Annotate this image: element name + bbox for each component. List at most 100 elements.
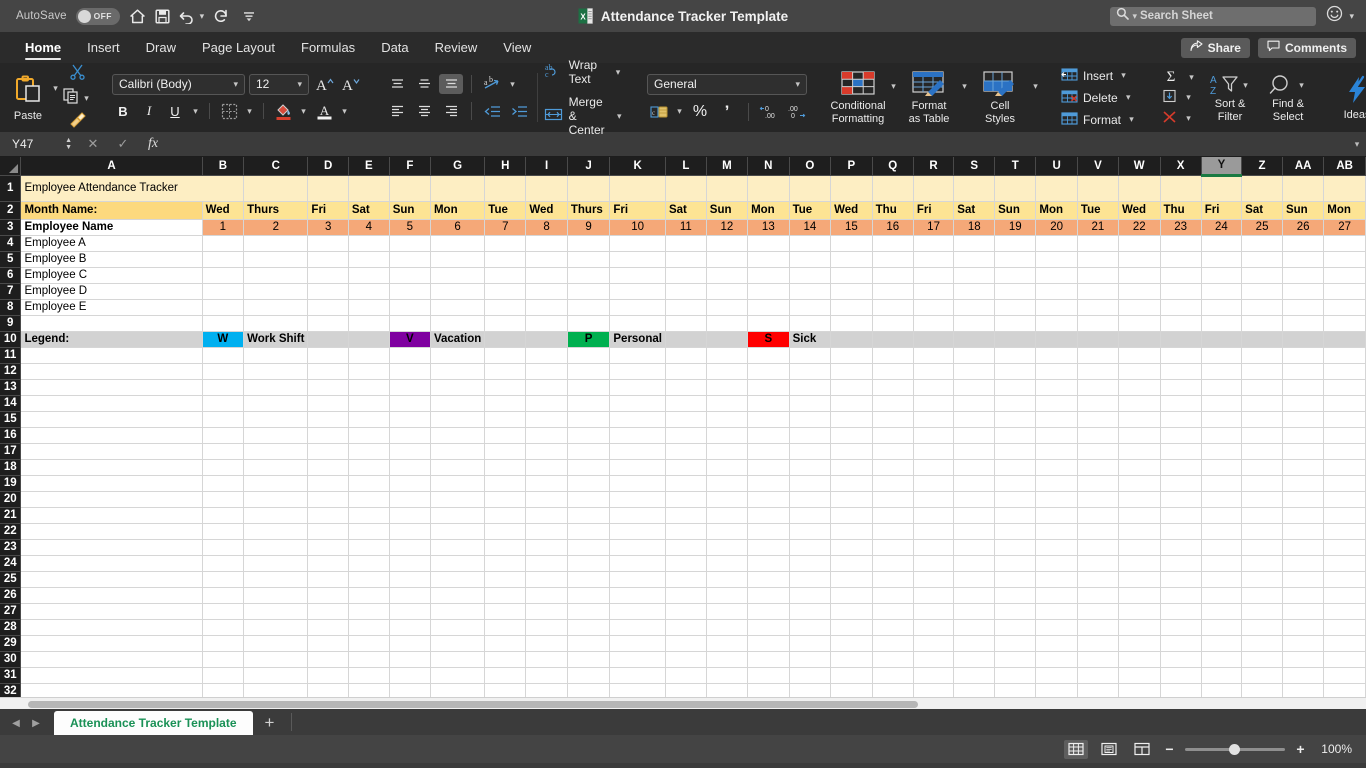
empty-cell[interactable]: [1242, 651, 1283, 667]
empty-cell[interactable]: [1036, 587, 1078, 603]
empty-cell[interactable]: [567, 571, 610, 587]
empty-cell[interactable]: [954, 619, 995, 635]
empty-cell[interactable]: [1160, 587, 1201, 603]
tab-page-layout[interactable]: Page Layout: [189, 32, 288, 63]
row-header-22[interactable]: 22: [0, 523, 21, 539]
empty-cell[interactable]: [21, 619, 202, 635]
title-banner-cell[interactable]: [485, 175, 526, 201]
empty-cell[interactable]: [789, 587, 831, 603]
empty-cell[interactable]: [21, 491, 202, 507]
attendance-cell-r1c14[interactable]: [789, 235, 831, 251]
attendance-cell-r1c22[interactable]: [1118, 235, 1160, 251]
empty-cell[interactable]: [706, 427, 747, 443]
empty-cell[interactable]: [913, 395, 953, 411]
empty-cell[interactable]: [789, 683, 831, 697]
row-header-9[interactable]: 9: [0, 315, 21, 331]
empty-cell[interactable]: [706, 411, 747, 427]
attendance-cell-r4c7[interactable]: [485, 283, 526, 299]
empty-cell[interactable]: [430, 315, 484, 331]
empty-cell[interactable]: [665, 507, 706, 523]
empty-cell[interactable]: [1282, 491, 1323, 507]
title-banner-cell[interactable]: [872, 175, 913, 201]
tab-formulas[interactable]: Formulas: [288, 32, 368, 63]
legend-filler-cell[interactable]: [913, 331, 953, 347]
empty-cell[interactable]: [1282, 395, 1323, 411]
empty-cell[interactable]: [1282, 651, 1323, 667]
empty-cell[interactable]: [789, 635, 831, 651]
empty-cell[interactable]: [1201, 555, 1241, 571]
align-bottom-icon[interactable]: [439, 74, 463, 94]
empty-cell[interactable]: [430, 619, 484, 635]
empty-cell[interactable]: [430, 507, 484, 523]
attendance-cell-r4c24[interactable]: [1201, 283, 1241, 299]
empty-cell[interactable]: [567, 587, 610, 603]
title-banner-cell[interactable]: [954, 175, 995, 201]
legend-code-W[interactable]: W: [202, 331, 244, 347]
comma-style-button[interactable]: ’: [715, 102, 739, 122]
attendance-cell-r2c7[interactable]: [485, 251, 526, 267]
empty-cell[interactable]: [831, 635, 873, 651]
empty-cell[interactable]: [485, 395, 526, 411]
day-of-week-cell-10[interactable]: Fri: [610, 201, 666, 219]
empty-cell[interactable]: [348, 475, 389, 491]
attendance-cell-r4c6[interactable]: [430, 283, 484, 299]
legend-text-V[interactable]: Vacation: [430, 331, 484, 347]
empty-cell[interactable]: [485, 603, 526, 619]
attendance-cell-r4c5[interactable]: [389, 283, 430, 299]
empty-cell[interactable]: [430, 651, 484, 667]
empty-cell[interactable]: [485, 363, 526, 379]
employee-name-cell-2[interactable]: Employee B: [21, 251, 202, 267]
empty-cell[interactable]: [872, 667, 913, 683]
empty-cell[interactable]: [526, 667, 568, 683]
empty-cell[interactable]: [995, 523, 1036, 539]
attendance-cell-r2c13[interactable]: [748, 251, 790, 267]
attendance-cell-r3c7[interactable]: [485, 267, 526, 283]
empty-cell[interactable]: [1201, 475, 1241, 491]
empty-cell[interactable]: [202, 683, 244, 697]
empty-cell[interactable]: [1077, 555, 1118, 571]
title-banner-cell[interactable]: [748, 175, 790, 201]
empty-cell[interactable]: [1160, 315, 1201, 331]
empty-cell[interactable]: [244, 635, 308, 651]
cancel-entry-icon[interactable]: ✕: [78, 136, 108, 152]
empty-cell[interactable]: [1160, 347, 1201, 363]
empty-cell[interactable]: [665, 379, 706, 395]
empty-cell[interactable]: [430, 635, 484, 651]
empty-cell[interactable]: [21, 347, 202, 363]
attendance-cell-r3c3[interactable]: [308, 267, 348, 283]
empty-cell[interactable]: [789, 411, 831, 427]
row-header-11[interactable]: 11: [0, 347, 21, 363]
empty-cell[interactable]: [610, 555, 666, 571]
day-of-week-cell-7[interactable]: Tue: [485, 201, 526, 219]
date-header-cell-1[interactable]: 1: [202, 219, 244, 235]
align-left-icon[interactable]: [385, 101, 409, 121]
fill-color-icon[interactable]: [272, 101, 294, 122]
row-header-24[interactable]: 24: [0, 555, 21, 571]
column-header-A[interactable]: A: [21, 157, 202, 175]
empty-cell[interactable]: [1282, 427, 1323, 443]
attendance-cell-r5c12[interactable]: [706, 299, 747, 315]
insert-function-icon[interactable]: fx: [138, 136, 168, 152]
empty-cell[interactable]: [202, 459, 244, 475]
empty-cell[interactable]: [665, 411, 706, 427]
empty-cell[interactable]: [526, 603, 568, 619]
title-banner-cell[interactable]: [995, 175, 1036, 201]
empty-cell[interactable]: [21, 443, 202, 459]
empty-cell[interactable]: [567, 507, 610, 523]
empty-cell[interactable]: [1077, 411, 1118, 427]
empty-cell[interactable]: [1160, 667, 1201, 683]
empty-cell[interactable]: [748, 587, 790, 603]
day-of-week-cell-12[interactable]: Sun: [706, 201, 747, 219]
empty-cell[interactable]: [1282, 555, 1323, 571]
empty-cell[interactable]: [308, 539, 348, 555]
empty-cell[interactable]: [1242, 523, 1283, 539]
empty-cell[interactable]: [1160, 523, 1201, 539]
row-header-19[interactable]: 19: [0, 475, 21, 491]
empty-cell[interactable]: [1077, 587, 1118, 603]
empty-cell[interactable]: [567, 683, 610, 697]
undo-icon[interactable]: [179, 9, 195, 24]
page-layout-view-icon[interactable]: [1097, 740, 1121, 759]
empty-cell[interactable]: [1282, 411, 1323, 427]
column-header-AA[interactable]: AA: [1282, 157, 1323, 175]
employee-name-header-cell[interactable]: Employee Name: [21, 219, 202, 235]
